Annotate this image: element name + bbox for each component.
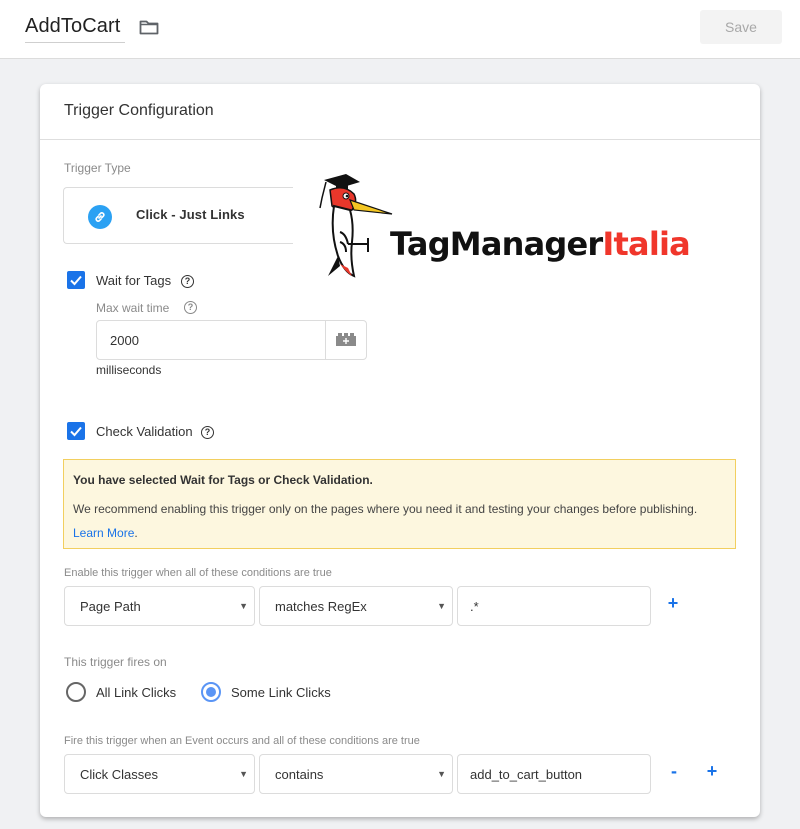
enable-conditions-label: Enable this trigger when all of these co… [64,567,332,579]
fire-operator-value: contains [275,767,324,782]
fire-value-text: add_to_cart_button [470,767,583,782]
some-link-clicks-radio[interactable] [201,682,221,702]
fire-variable-select[interactable]: Click Classes ▼ [64,754,255,794]
fire-operator-select[interactable]: contains ▼ [259,754,453,794]
logo-wordmark: TagManagerItalia [390,225,691,263]
dropdown-arrow-icon: ▼ [437,769,446,779]
learn-more-link[interactable]: Learn More [73,526,134,540]
enable-value-text: .* [470,599,479,614]
max-wait-time-value: 2000 [110,333,139,348]
fire-value-input[interactable]: add_to_cart_button [457,754,651,794]
wait-for-tags-label: Wait for Tags [96,273,172,288]
fire-conditions-label: Fire this trigger when an Event occurs a… [64,735,420,747]
some-link-clicks-label: Some Link Clicks [231,685,331,700]
logo-text-primary: TagManager [390,225,603,263]
remove-condition-button[interactable]: - [666,761,682,782]
insert-variable-button[interactable] [325,321,366,359]
warning-body: We recommend enabling this trigger only … [73,497,713,545]
warning-title: You have selected Wait for Tags or Check… [73,473,373,487]
fires-on-label: This trigger fires on [64,655,167,669]
add-condition-button[interactable]: + [665,593,681,614]
trigger-name-input[interactable]: AddToCart [25,15,125,43]
checkmark-icon [70,426,82,437]
tagmanageritalia-logo: TagManagerItalia [310,172,720,282]
milliseconds-unit: milliseconds [96,363,162,377]
enable-operator-select[interactable]: matches RegEx ▼ [259,586,453,626]
wait-for-tags-checkbox[interactable] [67,271,85,289]
dropdown-arrow-icon: ▼ [239,769,248,779]
save-button[interactable]: Save [700,10,782,44]
fire-variable-value: Click Classes [80,767,159,782]
trigger-type-value: Click - Just Links [136,207,245,222]
card-title: Trigger Configuration [40,84,760,140]
help-icon[interactable]: ? [181,275,194,288]
enable-operator-value: matches RegEx [275,599,367,614]
validation-warning: You have selected Wait for Tags or Check… [63,459,736,549]
trigger-configuration-card: Trigger Configuration Trigger Type Click… [40,84,760,817]
all-link-clicks-radio[interactable] [66,682,86,702]
warning-text: We recommend enabling this trigger only … [73,502,698,516]
enable-variable-select[interactable]: Page Path ▼ [64,586,255,626]
trigger-type-selector[interactable]: Click - Just Links [63,187,293,244]
add-condition-button[interactable]: + [704,761,720,782]
enable-value-input[interactable]: .* [457,586,651,626]
max-wait-time-label: Max wait time [96,301,170,315]
variable-brick-icon [336,333,356,346]
check-validation-checkbox[interactable] [67,422,85,440]
help-icon[interactable]: ? [201,426,214,439]
dropdown-arrow-icon: ▼ [239,601,248,611]
checkmark-icon [70,275,82,286]
enable-variable-value: Page Path [80,599,141,614]
all-link-clicks-label: All Link Clicks [96,685,177,700]
max-wait-time-input[interactable]: 2000 [96,320,367,360]
warning-period: . [134,526,138,540]
woodpecker-icon [319,174,393,278]
folder-icon[interactable] [139,19,159,35]
link-icon [88,205,112,229]
trigger-type-label: Trigger Type [64,161,131,175]
check-validation-label: Check Validation [96,424,193,439]
logo-text-accent: Italia [602,225,690,263]
dropdown-arrow-icon: ▼ [437,601,446,611]
top-bar: AddToCart Save [0,0,800,59]
help-icon[interactable]: ? [184,301,197,314]
